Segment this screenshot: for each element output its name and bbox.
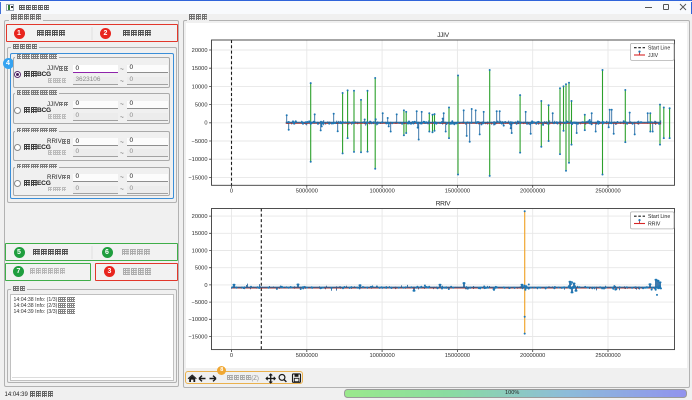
svg-text:15000000: 15000000 [445,189,470,195]
svg-text:20000: 20000 [192,214,208,220]
svg-text:15000000: 15000000 [445,353,470,359]
svg-text:−15000: −15000 [188,334,207,340]
svg-text:5000: 5000 [195,266,208,272]
svg-text:10000: 10000 [192,84,208,90]
svg-text:0: 0 [204,121,207,127]
svg-text:0: 0 [230,189,233,195]
svg-text:Start Line: Start Line [648,214,670,220]
svg-text:10000000: 10000000 [369,189,394,195]
svg-text:15000: 15000 [192,66,208,72]
svg-text:15000: 15000 [192,231,208,237]
svg-text:25000000: 25000000 [595,189,620,195]
svg-text:10000000: 10000000 [369,353,394,359]
svg-text:5000: 5000 [195,103,208,109]
svg-text:20000000: 20000000 [520,353,545,359]
svg-text:5000000: 5000000 [296,189,318,195]
svg-text:JJIV: JJIV [648,53,659,59]
svg-text:−5000: −5000 [192,300,208,306]
svg-text:20000000: 20000000 [520,189,545,195]
svg-text:5000000: 5000000 [296,353,318,359]
svg-text:20000: 20000 [192,48,208,54]
svg-text:RRIV: RRIV [648,221,661,227]
svg-text:Start Line: Start Line [648,46,670,52]
svg-text:0: 0 [204,283,207,289]
svg-text:JJIV: JJIV [437,32,450,39]
svg-text:25000000: 25000000 [595,353,620,359]
svg-text:−10000: −10000 [188,157,207,163]
svg-text:10000: 10000 [192,248,208,254]
svg-text:0: 0 [230,353,233,359]
svg-text:−15000: −15000 [188,175,207,181]
svg-text:−5000: −5000 [192,139,208,145]
svg-text:RRIV: RRIV [436,201,451,208]
svg-text:−10000: −10000 [188,317,207,323]
